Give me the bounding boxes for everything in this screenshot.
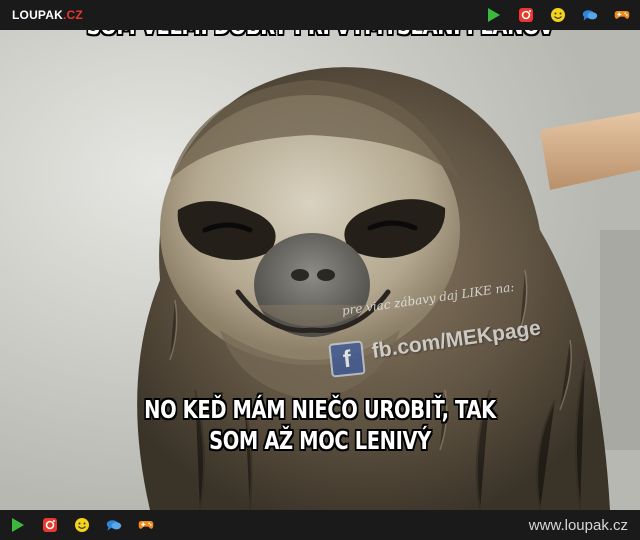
play-icon[interactable]: [486, 7, 502, 23]
gamepad-icon[interactable]: [614, 7, 630, 23]
facebook-watermark: pre viac zábavy daj LIKE na: f fb.com/ME…: [328, 280, 588, 390]
top-bar: LOUPAK .CZ: [0, 0, 640, 30]
bottom-icon-bar: [10, 517, 154, 533]
watermark-line2: fb.com/MEKpage: [370, 316, 543, 363]
play-icon[interactable]: [10, 517, 26, 533]
smiley-icon[interactable]: [74, 517, 90, 533]
gamepad-icon[interactable]: [138, 517, 154, 533]
top-icon-bar: [486, 7, 630, 23]
bottom-caption: NO KEĎ MÁM NIEČO UROBIŤ, TAK SOM AŽ MOC …: [144, 395, 496, 455]
site-logo[interactable]: LOUPAK .CZ: [8, 5, 87, 25]
logo-text: LOUPAK: [12, 8, 63, 22]
meme-frame: LOUPAK .CZ NO KEĎ MÁM NIEČO UROBIŤ, TAK …: [0, 0, 640, 540]
smiley-icon[interactable]: [550, 7, 566, 23]
logo-tld: .CZ: [62, 8, 83, 22]
chat-icon[interactable]: [106, 517, 122, 533]
bottom-bar: www.loupak.cz: [0, 510, 640, 540]
instagram-icon[interactable]: [42, 517, 58, 533]
chat-icon[interactable]: [582, 7, 598, 23]
facebook-icon: f: [328, 340, 366, 378]
site-url-link[interactable]: www.loupak.cz: [529, 517, 628, 534]
instagram-icon[interactable]: [518, 7, 534, 23]
